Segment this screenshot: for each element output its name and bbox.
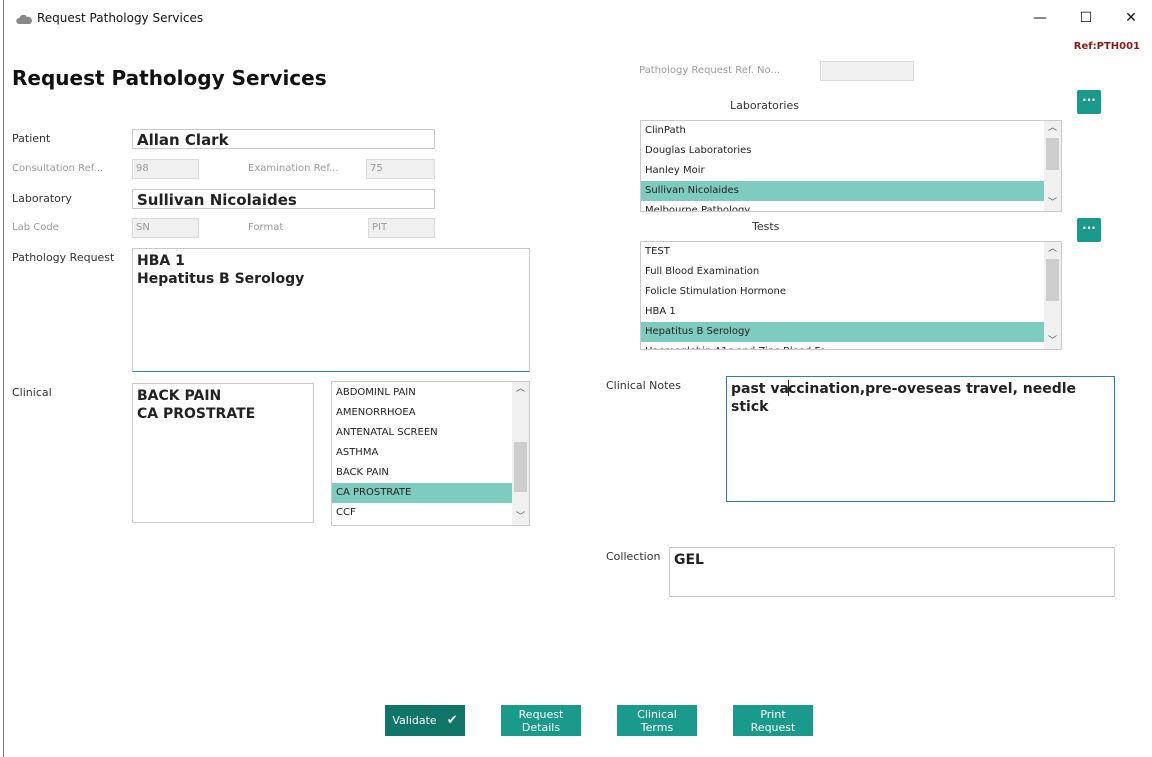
list-item[interactable]: CCF — [332, 503, 513, 523]
list-item[interactable]: Full Blood Examination — [641, 262, 1045, 282]
scroll-up-icon[interactable]: ︿ — [1044, 121, 1061, 136]
list-item[interactable]: ClinPath — [641, 121, 1045, 141]
pathology-request-line: HBA 1 — [137, 253, 185, 269]
list-item[interactable]: Melbourne Pathology — [641, 201, 1045, 211]
list-item[interactable]: Folicle Stimulation Hormone — [641, 282, 1045, 302]
scrollbar[interactable]: ︿ ﹀ — [1044, 242, 1061, 349]
patient-field[interactable]: Allan Clark — [132, 129, 435, 149]
tests-list[interactable]: TEST Full Blood Examination Folicle Stim… — [640, 241, 1062, 350]
list-item[interactable]: TEST — [641, 242, 1045, 262]
laboratory-field[interactable]: Sullivan Nicolaides — [132, 189, 435, 209]
list-item[interactable]: BACK PAIN — [332, 463, 513, 483]
list-item-selected[interactable]: Sullivan Nicolaides — [641, 181, 1045, 201]
list-item[interactable]: Hanley Moir — [641, 161, 1045, 181]
collection-text: GEL — [674, 552, 704, 568]
format-label: Format — [248, 222, 284, 233]
laboratories-list[interactable]: ClinPath Douglas Laboratories Hanley Moi… — [640, 120, 1062, 212]
scrollbar[interactable]: ︿ ﹀ — [1044, 121, 1061, 211]
list-item[interactable]: ASTHMA — [332, 443, 513, 463]
minimize-button[interactable]: — — [1018, 6, 1062, 30]
request-details-label-line2: Details — [521, 720, 561, 734]
clinical-line: BACK PAIN — [137, 388, 222, 404]
title-bar: Request Pathology Services — ☐ ✕ — [4, 0, 1152, 36]
clinical-terms-button[interactable]: Clinical Terms — [617, 705, 697, 736]
checkmark-icon: ✔ — [446, 713, 458, 728]
clinical-notes-label: Clinical Notes — [606, 379, 681, 392]
pathology-request-line: Hepatitus B Serology — [137, 271, 305, 287]
consultation-ref-field[interactable]: 98 — [132, 159, 199, 179]
request-details-label-line1: Request — [518, 707, 564, 721]
print-request-label-line2: Request — [750, 720, 796, 734]
lab-code-field[interactable]: SN — [132, 218, 199, 238]
window-title: Request Pathology Services — [37, 11, 204, 25]
validate-label: Validate — [392, 714, 437, 727]
tests-more-button[interactable]: ··· — [1077, 218, 1101, 242]
list-item[interactable]: ANTENATAL SCREEN — [332, 423, 513, 443]
form-ref-code: Ref:PTH001 — [1073, 41, 1140, 52]
clinical-terms-label-line1: Clinical — [637, 707, 677, 721]
clinical-textarea[interactable]: BACK PAIN CA PROSTRATE — [132, 383, 314, 523]
scroll-thumb[interactable] — [1046, 138, 1059, 170]
clinical-line: CA PROSTRATE — [137, 406, 256, 422]
list-item[interactable]: ABDOMINL PAIN — [332, 383, 513, 403]
list-item[interactable]: Douglas Laboratories — [641, 141, 1045, 161]
scroll-thumb[interactable] — [514, 442, 527, 492]
maximize-button[interactable]: ☐ — [1064, 6, 1108, 30]
validate-button[interactable]: Validate ✔ — [385, 705, 465, 736]
cloud-icon — [16, 11, 32, 24]
pathology-request-textarea[interactable]: HBA 1 Hepatitus B Serology — [132, 248, 530, 372]
consultation-ref-label: Consultation Ref... — [12, 163, 104, 174]
laboratories-more-button[interactable]: ··· — [1077, 90, 1101, 114]
format-field[interactable]: PIT — [368, 218, 435, 238]
request-details-button[interactable]: Request Details — [501, 705, 581, 736]
scrollbar[interactable]: ︿ ﹀ — [512, 382, 529, 525]
print-request-button[interactable]: Print Request — [733, 705, 813, 736]
list-item[interactable]: HBA 1 — [641, 302, 1045, 322]
examination-ref-label: Examination Ref... — [248, 163, 339, 174]
list-item[interactable]: Haemoglobin A1c and Zinc Blood Fe — [641, 342, 1045, 349]
scroll-up-icon[interactable]: ︿ — [1044, 242, 1061, 257]
list-item[interactable]: AMENORRHOEA — [332, 403, 513, 423]
scroll-up-icon[interactable]: ︿ — [512, 382, 529, 397]
close-button[interactable]: ✕ — [1109, 6, 1152, 30]
clinical-terms-label-line2: Terms — [640, 720, 674, 734]
clinical-terms-list[interactable]: ABDOMINL PAIN AMENORRHOEA ANTENATAL SCRE… — [331, 381, 530, 526]
patient-label: Patient — [12, 132, 51, 145]
laboratories-label: Laboratories — [730, 99, 799, 112]
scroll-thumb[interactable] — [1046, 259, 1059, 301]
lab-code-label: Lab Code — [12, 222, 59, 233]
request-ref-field[interactable] — [820, 61, 914, 81]
print-request-label-line1: Print — [760, 707, 786, 721]
request-ref-label: Pathology Request Ref. No... — [639, 65, 780, 76]
scroll-down-icon[interactable]: ﹀ — [1044, 196, 1061, 211]
clinical-notes-textarea[interactable]: past vaccination,pre-oveseas travel, nee… — [726, 376, 1115, 502]
page-title: Request Pathology Services — [12, 66, 327, 90]
pathology-request-label: Pathology Request — [12, 251, 115, 264]
clinical-notes-text: past va — [731, 381, 789, 397]
collection-label: Collection — [606, 550, 661, 563]
tests-label: Tests — [752, 220, 780, 233]
list-item-selected[interactable]: Hepatitus B Serology — [641, 322, 1045, 342]
laboratory-label: Laboratory — [12, 192, 72, 205]
scroll-down-icon[interactable]: ﹀ — [1044, 334, 1061, 349]
collection-textarea[interactable]: GEL — [669, 547, 1115, 597]
scroll-down-icon[interactable]: ﹀ — [512, 510, 529, 525]
clinical-label: Clinical — [12, 386, 52, 399]
examination-ref-field[interactable]: 75 — [366, 159, 435, 179]
list-item-selected[interactable]: CA PROSTRATE — [332, 483, 513, 503]
